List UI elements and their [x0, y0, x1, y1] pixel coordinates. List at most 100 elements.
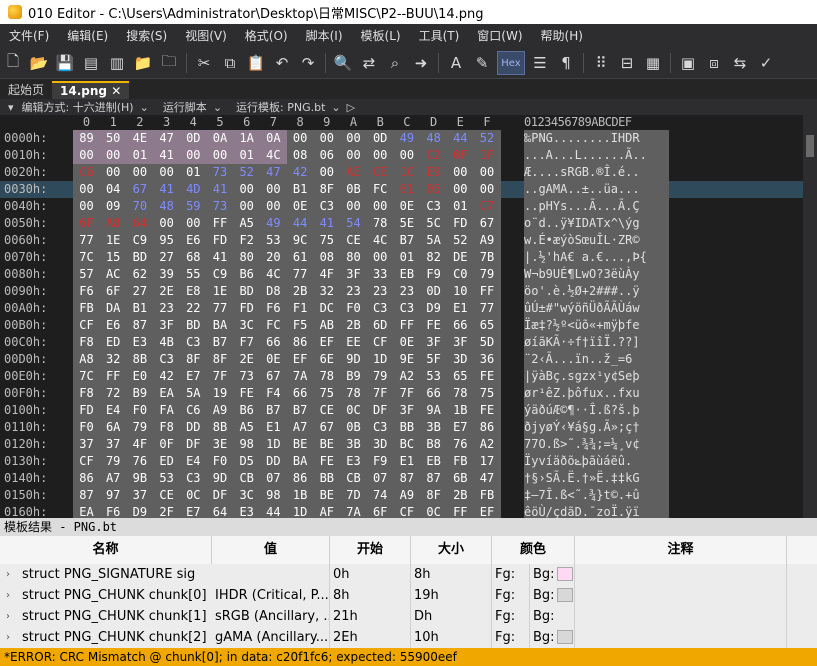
hex-byte[interactable]: FE	[233, 385, 261, 402]
hex-byte[interactable]: BA	[286, 453, 314, 470]
hex-byte[interactable]: 3F	[393, 402, 421, 419]
hex-byte[interactable]: F7	[233, 334, 261, 351]
hex-byte[interactable]: 5C	[420, 215, 448, 232]
hex-byte[interactable]: 7A	[340, 504, 367, 518]
highlight-icon[interactable]: ✎	[471, 52, 493, 74]
hex-byte[interactable]: CB	[340, 470, 367, 487]
menu-tools[interactable]: 工具(T)	[410, 24, 469, 48]
hex-byte[interactable]: F8	[153, 419, 181, 436]
hex-byte[interactable]: 9D	[206, 470, 234, 487]
hex-byte[interactable]: 3F	[446, 334, 474, 351]
hex-byte[interactable]: 54	[340, 215, 367, 232]
hex-byte[interactable]: 68	[179, 249, 207, 266]
hex-row[interactable]: 0030h: 00 04 67 41 4D 41 00 00 B1 8F 0B FC 61 05 00 00..…	[0, 181, 817, 198]
hex-byte[interactable]: 00	[233, 181, 261, 198]
hex-byte[interactable]: C9	[206, 266, 234, 283]
hex-byte[interactable]: 47	[259, 164, 287, 181]
goto-icon[interactable]: ➜	[410, 52, 432, 74]
hex-byte[interactable]: A9	[206, 402, 234, 419]
hex-byte[interactable]: 36	[473, 351, 501, 368]
pilcrow-icon[interactable]: ¶	[555, 52, 577, 74]
hex-byte[interactable]: C6	[179, 402, 207, 419]
hex-byte[interactable]: 00	[179, 147, 207, 164]
hex-byte[interactable]: 0D	[179, 130, 207, 147]
hex-byte[interactable]: BD	[126, 249, 154, 266]
paste-icon[interactable]: 📋	[245, 52, 267, 74]
hex-byte[interactable]: B7	[259, 402, 287, 419]
hex-byte[interactable]: ED	[153, 453, 181, 470]
hex-byte[interactable]: DC	[313, 300, 341, 317]
chevron-down-icon[interactable]: ⌄	[140, 101, 149, 114]
hex-byte[interactable]: EF	[473, 504, 501, 518]
menu-scripts[interactable]: 脚本(I)	[297, 24, 352, 48]
hex-byte[interactable]: 00	[126, 164, 154, 181]
hex-byte[interactable]: FE	[473, 368, 501, 385]
ascii-column[interactable]: ør¹êZ.þôfux..fxu	[524, 385, 669, 402]
columns-icon[interactable]: ▦	[642, 52, 664, 74]
hex-byte[interactable]: 6B	[446, 470, 474, 487]
hex-byte[interactable]: 39	[153, 266, 181, 283]
hex-byte[interactable]: 00	[340, 198, 367, 215]
hex-byte[interactable]: CE	[366, 164, 394, 181]
hex-byte[interactable]: 4F	[313, 266, 341, 283]
hex-byte[interactable]: 4C	[259, 266, 287, 283]
hex-byte[interactable]: F1	[286, 300, 314, 317]
hex-mode-button[interactable]: Hex	[497, 51, 525, 75]
hex-byte[interactable]: 0B	[340, 181, 367, 198]
hex-byte[interactable]: E3	[340, 453, 367, 470]
hex-byte[interactable]: 9B	[126, 470, 154, 487]
hex-byte[interactable]: 3C	[233, 487, 261, 504]
hex-byte[interactable]: 00	[179, 215, 207, 232]
hex-byte[interactable]: D8	[259, 283, 287, 300]
hex-byte[interactable]: 8B	[126, 351, 154, 368]
hex-byte[interactable]: 8F	[206, 351, 234, 368]
hex-byte[interactable]: FE	[313, 453, 341, 470]
hex-row[interactable]: 0070h: 7C 15 BD 27 68 41 80 20 61 08 80 00 01 82 DE 7B |.…	[0, 249, 817, 266]
ascii-column[interactable]: ..gAMA..±..üa...	[524, 181, 669, 198]
hex-byte[interactable]: 0B	[340, 419, 367, 436]
hex-byte[interactable]: AC	[99, 266, 127, 283]
binary-icon[interactable]: ⠿	[590, 52, 612, 74]
menu-edit[interactable]: 编辑(E)	[58, 24, 117, 48]
hex-byte[interactable]: 17	[473, 453, 501, 470]
hex-byte[interactable]: 3C	[233, 317, 261, 334]
hex-byte[interactable]: 87	[393, 470, 421, 487]
hex-byte[interactable]: 87	[420, 470, 448, 487]
text-mode-icon[interactable]: ☰	[529, 52, 551, 74]
menu-format[interactable]: 格式(O)	[236, 24, 297, 48]
template-row[interactable]: › struct PNG_SIGNATURE sig 0h 8h Fg: Bg:	[0, 564, 817, 586]
hex-byte[interactable]: 3F	[153, 317, 181, 334]
hex-byte[interactable]: A9	[473, 232, 501, 249]
hex-byte[interactable]: 19	[206, 385, 234, 402]
hex-byte[interactable]: 00	[473, 181, 501, 198]
hex-byte[interactable]: DF	[179, 436, 207, 453]
hex-byte[interactable]: 09	[99, 198, 127, 215]
hex-byte[interactable]: 6E	[313, 351, 341, 368]
hex-byte[interactable]: 52	[473, 130, 501, 147]
hex-byte[interactable]: 53	[259, 232, 287, 249]
menu-file[interactable]: 文件(F)	[0, 24, 58, 48]
hex-byte[interactable]: CF	[73, 453, 100, 470]
hex-byte[interactable]: A2	[473, 436, 501, 453]
hex-byte[interactable]: 49	[259, 215, 287, 232]
hex-byte[interactable]: 78	[340, 385, 367, 402]
hex-byte[interactable]: EA	[73, 504, 100, 518]
hex-byte[interactable]: 42	[153, 368, 181, 385]
hex-byte[interactable]: 00	[259, 198, 287, 215]
hex-byte[interactable]: 78	[313, 368, 341, 385]
hex-byte[interactable]: 87	[73, 487, 100, 504]
hex-row[interactable]: 0160h: EA F6 D9 2F E7 64 E3 44 1D AF 7A 6F CF 0C FF EF êö…	[0, 504, 817, 518]
hex-byte[interactable]: 67	[126, 181, 154, 198]
hex-byte[interactable]: 41	[153, 147, 181, 164]
ascii-column[interactable]: ýäðúÆ©¶··Î.ß?š.þ	[524, 402, 669, 419]
hex-byte[interactable]: 42	[286, 164, 314, 181]
hex-byte[interactable]: 3D	[366, 436, 394, 453]
hex-row[interactable]: 0120h: 37 37 4F 0F DF 3E 98 1D BE BE 3B 3D BC B8 76 A2 77…	[0, 436, 817, 453]
chevron-down-icon[interactable]: ⌄	[331, 101, 340, 114]
hex-byte[interactable]: 0E	[259, 351, 287, 368]
checksum-icon[interactable]: ✓	[755, 52, 777, 74]
hex-byte[interactable]: 6F	[366, 504, 394, 518]
hex-byte[interactable]: 61	[286, 249, 314, 266]
hex-byte[interactable]: C9	[126, 232, 154, 249]
hex-byte[interactable]: 7D	[340, 487, 367, 504]
